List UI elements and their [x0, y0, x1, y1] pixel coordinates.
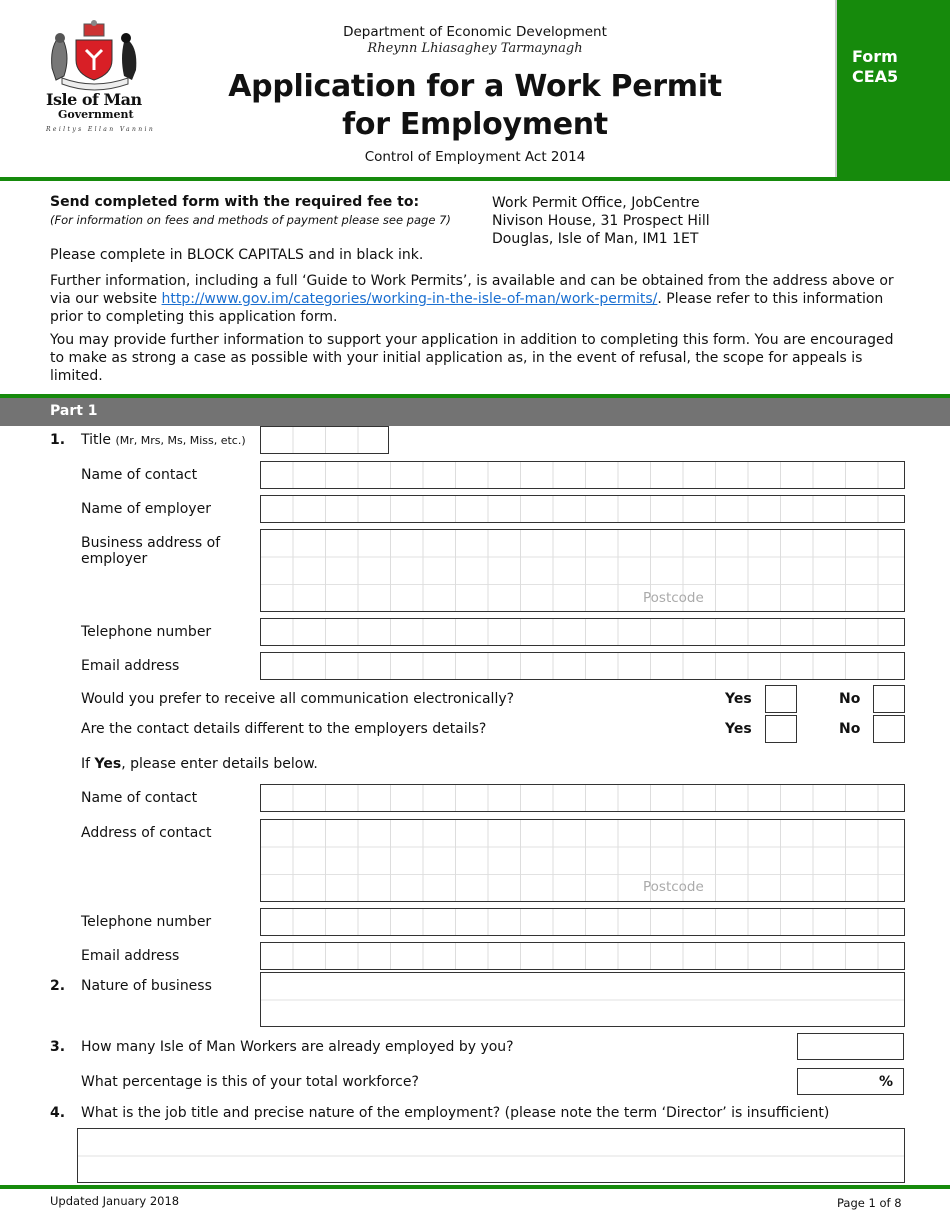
iom-workers-input[interactable] — [797, 1033, 904, 1060]
if-yes-instruction: If Yes, please enter details below. — [81, 756, 318, 772]
act-reference: Control of Employment Act 2014 — [364, 149, 586, 165]
name-of-employer-input[interactable] — [260, 495, 905, 523]
business-address-label: Business address of employer — [81, 535, 221, 567]
contact-address-label: Address of contact — [81, 825, 212, 841]
contact-address-input[interactable] — [260, 819, 905, 902]
updated-date: Updated January 2018 — [50, 1194, 180, 1208]
title-input[interactable] — [260, 426, 389, 454]
different-contact-no-checkbox[interactable] — [873, 715, 905, 743]
job-title-label: What is the job title and precise nature… — [81, 1105, 830, 1121]
telephone-label: Telephone number — [81, 624, 212, 640]
business-postcode-placeholder: Postcode — [643, 590, 704, 606]
different-contact-question: Are the contact details different to the… — [81, 721, 487, 737]
logo-subtitle: Government — [58, 108, 134, 121]
support-info-paragraph: You may provide further information to s… — [50, 332, 894, 384]
electronic-no-label: No — [839, 691, 861, 707]
contact-telephone-label: Telephone number — [81, 914, 212, 930]
if-yes-text-end: , please enter details below. — [121, 756, 318, 772]
electronic-communication-question: Would you prefer to receive all communic… — [81, 691, 515, 707]
department-name: Department of Economic Development — [343, 24, 607, 40]
question-2-number: 2. — [50, 978, 66, 994]
contact-name-input[interactable] — [260, 784, 905, 812]
different-contact-yes-checkbox[interactable] — [765, 715, 797, 743]
question-3-number: 3. — [50, 1039, 66, 1055]
footer-divider — [0, 1185, 950, 1189]
contact-name-label: Name of contact — [81, 790, 198, 806]
form-id-panel — [835, 0, 950, 178]
if-yes-text: If — [81, 756, 95, 772]
part-1-header — [0, 398, 950, 426]
name-of-contact-label: Name of contact — [81, 467, 198, 483]
further-info-paragraph: Further information, including a full ‘G… — [50, 272, 910, 326]
form-id-label: Form CEA5 — [852, 47, 898, 87]
workforce-percentage-label: What percentage is this of your total wo… — [81, 1074, 419, 1090]
website-link[interactable]: http://www.gov.im/categories/working-in-… — [162, 291, 658, 307]
if-yes-bold: Yes — [94, 756, 122, 772]
contact-email-label: Email address — [81, 948, 180, 964]
business-address-input[interactable] — [260, 529, 905, 612]
address-line: Nivison House, 31 Prospect Hill — [492, 213, 710, 229]
different-contact-no-label: No — [839, 721, 861, 737]
iom-workers-label: How many Isle of Man Workers are already… — [81, 1039, 514, 1055]
name-of-employer-label: Name of employer — [81, 501, 211, 517]
percent-symbol: % — [879, 1074, 894, 1090]
title-label-text: Title — [81, 432, 112, 448]
electronic-yes-checkbox[interactable] — [765, 685, 797, 713]
title-line-2: for Employment — [342, 107, 608, 142]
contact-telephone-input[interactable] — [260, 908, 905, 936]
part-1-label: Part 1 — [50, 403, 98, 419]
form-label-line-2: CEA5 — [852, 67, 899, 86]
contact-postcode-placeholder: Postcode — [643, 879, 704, 895]
department-name-manx: Rheynn Lhiasaghey Tarmaynagh — [367, 41, 583, 56]
job-title-input[interactable] — [77, 1128, 905, 1183]
logo-motto: Reiltys Ellan Vannin — [46, 126, 156, 133]
logo-name: Isle of Man — [46, 90, 142, 109]
page-number: Page 1 of 8 — [837, 1196, 902, 1210]
header-divider — [0, 177, 950, 181]
send-heading: Send completed form with the required fe… — [50, 194, 420, 210]
postal-address: Work Permit Office, JobCentre Nivison Ho… — [492, 194, 710, 248]
telephone-input[interactable] — [260, 618, 905, 646]
title-line-1: Application for a Work Permit — [228, 69, 722, 104]
electronic-no-checkbox[interactable] — [873, 685, 905, 713]
email-label: Email address — [81, 658, 180, 674]
question-1-number: 1. — [50, 432, 66, 448]
name-of-contact-input[interactable] — [260, 461, 905, 489]
email-input[interactable] — [260, 652, 905, 680]
nature-of-business-label: Nature of business — [81, 978, 212, 994]
electronic-yes-label: Yes — [725, 691, 752, 707]
title-label: Title (Mr, Mrs, Ms, Miss, etc.) — [81, 432, 246, 448]
send-note: (For information on fees and methods of … — [50, 213, 451, 227]
form-label-line-1: Form — [852, 47, 898, 66]
title-hint: (Mr, Mrs, Ms, Miss, etc.) — [115, 434, 246, 447]
question-4-number: 4. — [50, 1105, 66, 1121]
page-title: Application for a Work Permit for Employ… — [180, 68, 770, 144]
block-capitals-instruction: Please complete in BLOCK CAPITALS and in… — [50, 247, 424, 263]
contact-email-input[interactable] — [260, 942, 905, 970]
nature-of-business-input[interactable] — [260, 972, 905, 1027]
address-line: Work Permit Office, JobCentre — [492, 195, 700, 211]
different-contact-yes-label: Yes — [725, 721, 752, 737]
